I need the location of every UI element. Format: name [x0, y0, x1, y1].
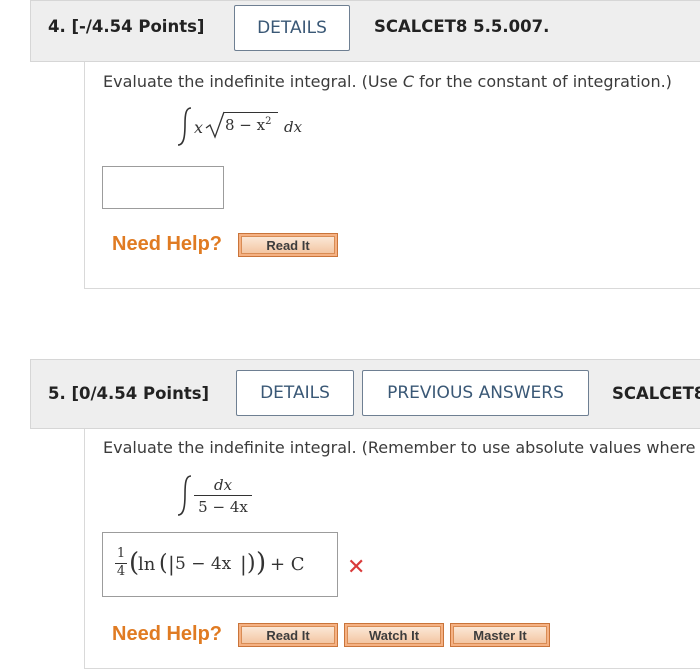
q4-integrand-x: x — [194, 118, 204, 137]
fraction-bar — [194, 495, 252, 496]
q5-prompt: Evaluate the indefinite integral. (Remem… — [103, 438, 700, 457]
abs-argument: 5 − 4x — [175, 554, 232, 574]
q5-fraction-denominator: 5 − 4x — [198, 498, 248, 516]
coefficient-numerator: 1 — [116, 546, 126, 561]
q4-radicand: 8 − x2 — [225, 116, 272, 134]
q5-master-it-button[interactable]: Master It — [450, 623, 550, 647]
q5-read-it-button[interactable]: Read It — [238, 623, 338, 647]
q5-need-help-label: Need Help? — [112, 623, 223, 645]
q4-answer-input[interactable] — [102, 166, 224, 209]
abs-bar-right: | — [240, 552, 247, 576]
coefficient-denominator: 4 — [116, 564, 126, 579]
q5-previous-answers-button[interactable]: PREVIOUS ANSWERS — [362, 370, 589, 416]
question-5-title: 5. [0/4.54 Points] — [48, 384, 210, 403]
plus-constant: + C — [270, 554, 305, 575]
sqrt-vinculum — [224, 112, 278, 113]
inner-open-paren: ( — [159, 551, 168, 576]
question-4-title: 4. [-/4.54 Points] — [48, 17, 205, 36]
q4-read-it-button[interactable]: Read It — [238, 233, 338, 257]
close-paren: ) — [256, 548, 267, 578]
q5-source-label: SCALCET8 — [612, 384, 700, 403]
q4-need-help-label: Need Help? — [112, 233, 223, 255]
q5-fraction-numerator: dx — [213, 476, 233, 494]
q5-answer-expression: 1 4 ( ln ( | 5 − 4x | ) ) + C — [115, 546, 335, 586]
q4-details-button[interactable]: DETAILS — [234, 5, 350, 51]
q5-details-button[interactable]: DETAILS — [236, 370, 354, 416]
ln-function: ln — [138, 554, 156, 575]
q4-source-label: SCALCET8 5.5.007. — [374, 17, 550, 36]
q4-integral-expression: x 8 − x2 dx — [172, 104, 332, 152]
q5-answer-input[interactable]: 1 4 ( ln ( | 5 − 4x | ) ) + C — [102, 532, 338, 597]
q4-prompt: Evaluate the indefinite integral. (Use C… — [103, 72, 672, 91]
q5-watch-it-button[interactable]: Watch It — [344, 623, 444, 647]
q5-integral-expression: dx 5 − 4x — [172, 470, 292, 522]
incorrect-x-icon: ✕ — [347, 555, 366, 580]
abs-bar-left: | — [168, 552, 175, 576]
square-root-sign — [205, 111, 225, 139]
q4-dx: dx — [284, 118, 303, 136]
inner-close-paren: ) — [247, 551, 256, 576]
